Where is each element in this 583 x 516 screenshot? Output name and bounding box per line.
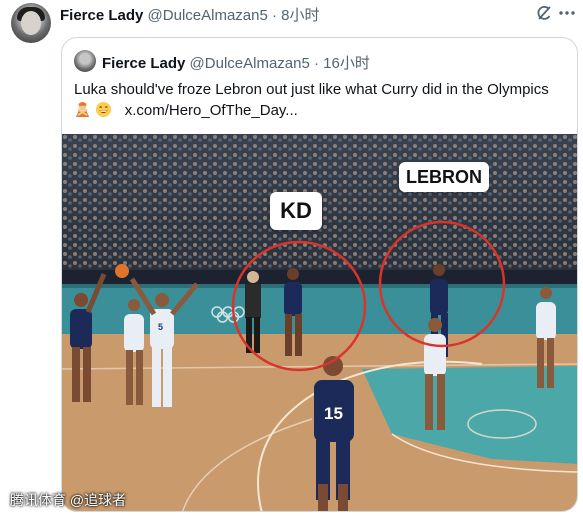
quoted-tweet-link[interactable]: x.com/Hero_OfThe_Day... [125, 102, 298, 119]
lebron-label: LEBRON [399, 162, 489, 192]
author-handle[interactable]: @DulceAlmazan5 [148, 7, 268, 24]
quoted-author-avatar [74, 50, 96, 72]
quoted-author-handle: @DulceAlmazan5 [189, 55, 310, 72]
quoted-header-separator: · [314, 55, 319, 72]
tweet-header: Fierce Lady @DulceAlmazan5 · 8小时 [60, 4, 543, 25]
quoted-tweet-text: Luka should've froze Lebron out just lik… [74, 79, 574, 121]
tweet-time[interactable]: 8小时 [281, 7, 319, 24]
tweet-media-image[interactable]: 5 15 KD LEBRON [62, 134, 577, 511]
author-avatar[interactable] [11, 3, 51, 43]
quoted-tweet[interactable]: Fierce Lady @DulceAlmazan5 · 16小时 Luka s… [61, 37, 578, 512]
quoted-tweet-header: Fierce Lady @DulceAlmazan5 · 16小时 [102, 52, 370, 73]
quoted-author-name: Fierce Lady [102, 55, 186, 72]
basketball-court-photo: 5 15 [62, 134, 577, 511]
quoted-tweet-time: 16小时 [323, 55, 370, 72]
basketball [115, 264, 129, 278]
jersey-number-15: 15 [324, 404, 343, 423]
kd-label: KD [270, 192, 322, 230]
quoted-tweet-body: Luka should've froze Lebron out just lik… [74, 81, 549, 98]
jersey-number-5: 5 [158, 322, 163, 332]
watermark: 腾讯体育 @追球者 [10, 492, 127, 508]
more-icon[interactable] [557, 4, 577, 22]
grinning-face-emoji [96, 101, 112, 118]
avatar-face [21, 11, 41, 35]
grok-icon[interactable] [535, 4, 553, 22]
author-name[interactable]: Fierce Lady [60, 7, 143, 24]
person-gesturing-no-emoji [75, 101, 90, 118]
header-separator: · [272, 7, 277, 24]
